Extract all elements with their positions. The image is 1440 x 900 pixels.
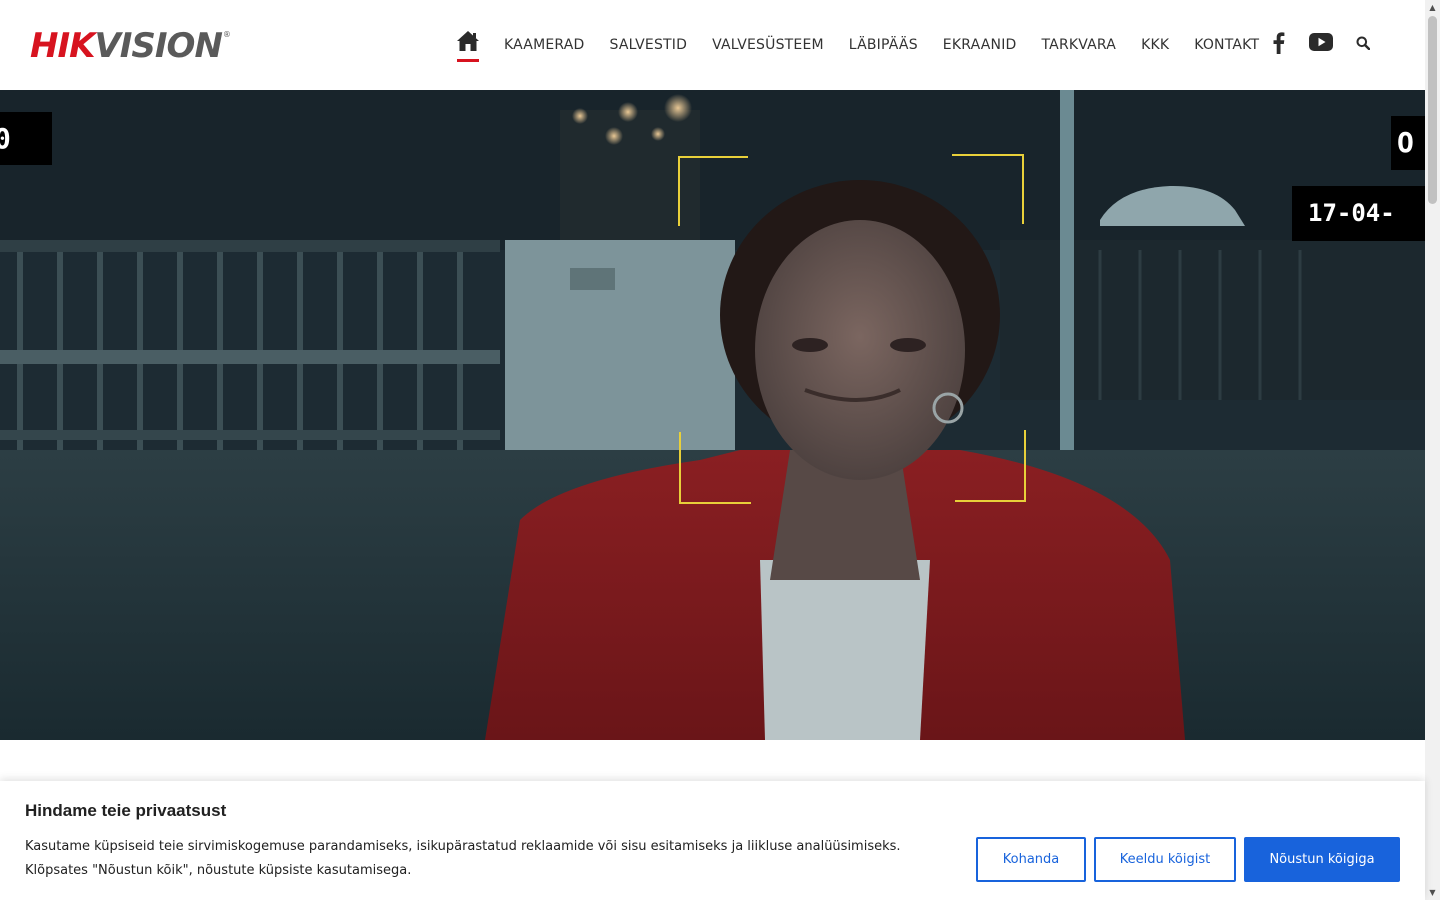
main-nav: KAAMERAD SALVESTID VALVESÜSTEEM LÄBIPÄÄS… — [455, 28, 1284, 62]
page-scrollbar[interactable]: ▲ ▼ — [1425, 0, 1440, 900]
osd-date-stamp: 17-04- — [1292, 186, 1425, 241]
search-icon[interactable] — [1356, 36, 1370, 50]
cookie-reject-all-button[interactable]: Keeldu kõigist — [1094, 837, 1236, 882]
osd-left-counter: 0 — [0, 112, 52, 165]
active-nav-underline — [457, 59, 479, 62]
nav-item-salvestid[interactable]: SALVESTID — [610, 30, 688, 60]
scroll-up-arrow-icon[interactable]: ▲ — [1425, 0, 1440, 15]
home-icon — [457, 31, 479, 51]
osd-right-counter: O — [1391, 116, 1425, 170]
nav-item-ekraanid[interactable]: EKRAANID — [943, 30, 1017, 60]
nav-item-kontakt[interactable]: KONTAKT — [1194, 30, 1259, 60]
hero-video[interactable]: 0 O 17-04- — [0, 90, 1425, 740]
nav-item-tarkvara[interactable]: TARKVARA — [1042, 30, 1117, 60]
cookie-title: Hindame teie privaatsust — [25, 801, 227, 820]
face-frame-corner-br — [955, 430, 1026, 502]
cookie-customize-button[interactable]: Kohanda — [976, 837, 1086, 882]
face-frame-corner-tr — [952, 154, 1024, 224]
logo-registered-mark: ® — [222, 30, 231, 39]
face-frame-corner-bl — [679, 432, 751, 504]
hikvision-logo[interactable]: HIKVISION ® — [30, 26, 231, 66]
scroll-down-arrow-icon[interactable]: ▼ — [1425, 885, 1440, 900]
facebook-icon[interactable] — [1270, 32, 1286, 54]
nav-home[interactable] — [455, 28, 481, 62]
nav-item-labipaas[interactable]: LÄBIPÄÄS — [849, 30, 918, 60]
cookie-accept-all-button[interactable]: Nõustun kõigiga — [1244, 837, 1400, 882]
nav-item-kaamerad[interactable]: KAAMERAD — [504, 30, 585, 60]
nav-item-valvesusteem[interactable]: VALVESÜSTEEM — [712, 30, 824, 60]
logo-vision-text: VISION — [94, 26, 222, 66]
logo-hik-text: HIK — [30, 26, 95, 66]
cookie-description: Kasutame küpsiseid teie sirvimiskogemuse… — [25, 839, 901, 878]
face-frame-corner-tl — [678, 156, 748, 226]
scroll-thumb[interactable] — [1428, 16, 1437, 204]
nav-item-kkk[interactable]: KKK — [1141, 30, 1169, 60]
youtube-icon[interactable] — [1309, 33, 1333, 51]
cookie-consent-banner: Hindame teie privaatsust Kasutame küpsis… — [0, 781, 1425, 900]
site-header: HIKVISION ® KAAMERAD SALVESTID VALVESÜST… — [0, 0, 1425, 90]
